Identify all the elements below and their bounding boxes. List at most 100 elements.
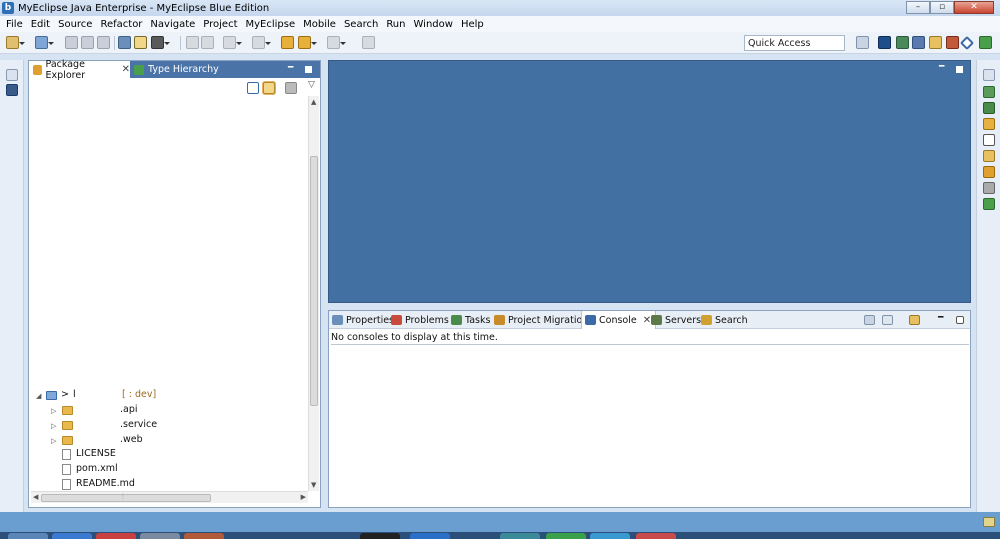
back-history-icon[interactable]	[281, 36, 294, 49]
quick-access-input[interactable]	[744, 35, 845, 51]
expanded-twisty-icon[interactable]: ◢	[36, 392, 41, 400]
tab-project-migration[interactable]: Project Migration	[494, 311, 592, 329]
open-console-icon[interactable]	[909, 315, 920, 325]
menu-mobile[interactable]: Mobile	[299, 19, 340, 30]
forward-icon[interactable]	[327, 36, 346, 49]
minimize-view-icon[interactable]: ━	[938, 313, 949, 323]
taskbar-button[interactable]	[546, 533, 586, 539]
hierarchy-icon[interactable]	[983, 102, 995, 114]
tab-package-explorer[interactable]: Package Explorer ✕	[29, 59, 130, 81]
scroll-up-icon[interactable]: ▲	[311, 98, 316, 106]
tree-row-api[interactable]: ▷ .api	[29, 403, 299, 417]
taskbar-button[interactable]	[360, 533, 400, 539]
collapsed-twisty-icon[interactable]: ▷	[51, 437, 56, 445]
last-edit-icon[interactable]	[223, 36, 242, 49]
close-button[interactable]: ✕	[954, 1, 994, 14]
taskbar-button[interactable]	[96, 533, 136, 539]
tree-row-project[interactable]: ◢ > l [ : dev]	[29, 388, 299, 402]
taskbar-button[interactable]	[52, 533, 92, 539]
debug-perspective-icon[interactable]	[896, 36, 909, 49]
taskbar-button[interactable]	[590, 533, 630, 539]
tree-row-pom[interactable]: pom.xml	[29, 462, 299, 476]
menu-source[interactable]: Source	[54, 19, 96, 30]
servers-icon[interactable]	[983, 182, 995, 194]
plugin-perspective-icon[interactable]	[979, 36, 992, 49]
minimize-editor-icon[interactable]: ━	[939, 62, 944, 72]
menu-navigate[interactable]: Navigate	[146, 19, 199, 30]
next-annotation-icon[interactable]	[201, 36, 214, 49]
tab-properties[interactable]: Properties	[332, 311, 398, 329]
open-icon[interactable]	[35, 36, 54, 49]
menu-myeclipse[interactable]: MyEclipse	[242, 19, 300, 30]
menu-window[interactable]: Window	[410, 19, 457, 30]
taskbar-button[interactable]	[410, 533, 450, 539]
maximize-view-icon[interactable]	[956, 316, 964, 324]
tab-console[interactable]: Console ✕	[581, 311, 657, 329]
editor-area[interactable]: ━	[328, 60, 971, 303]
focus-on-working-set-icon[interactable]	[285, 82, 297, 94]
tab-type-hierarchy[interactable]: Type Hierarchy	[134, 61, 219, 78]
restore-icon[interactable]	[983, 69, 995, 81]
display-console-icon[interactable]	[882, 315, 893, 325]
back-icon[interactable]	[298, 36, 317, 49]
scrollbar-thumb[interactable]: ⦙	[41, 492, 211, 502]
tree-row-service[interactable]: ▷ .service	[29, 418, 299, 432]
scroll-left-icon[interactable]: ◀	[33, 493, 38, 501]
outline-icon[interactable]	[983, 86, 995, 98]
collapse-all-icon[interactable]	[247, 82, 259, 94]
taskbar-button[interactable]	[140, 533, 180, 539]
download-icon[interactable]	[983, 198, 995, 210]
prev-annotation-icon[interactable]	[186, 36, 199, 49]
menu-file[interactable]: File	[2, 19, 27, 30]
junit-icon[interactable]	[983, 134, 995, 146]
snippets-icon[interactable]	[983, 118, 995, 130]
maximize-editor-icon[interactable]	[956, 66, 963, 73]
menu-project[interactable]: Project	[199, 19, 241, 30]
build-icon[interactable]	[134, 36, 147, 49]
myeclipse-perspective-icon[interactable]	[878, 36, 891, 49]
collapsed-twisty-icon[interactable]: ▷	[51, 422, 56, 430]
tab-servers[interactable]: Servers	[651, 311, 705, 329]
new-icon[interactable]	[6, 36, 25, 49]
tree-row-license[interactable]: LICENSE	[29, 447, 299, 461]
taskbar-button[interactable]	[8, 533, 48, 539]
tab-tasks[interactable]: Tasks	[451, 311, 494, 329]
tree-row-readme[interactable]: README.md	[29, 477, 299, 491]
maximize-view-icon[interactable]	[305, 66, 312, 73]
view-menu-icon[interactable]: ▽	[308, 80, 315, 90]
scrollbar-thumb[interactable]	[310, 156, 318, 406]
menu-help[interactable]: Help	[457, 19, 488, 30]
vertical-scrollbar[interactable]: ▲ ▼	[308, 96, 319, 491]
scroll-down-icon[interactable]: ▼	[311, 481, 316, 489]
git-perspective-icon[interactable]	[946, 36, 959, 49]
palette-icon[interactable]	[983, 150, 995, 162]
save-all-icon[interactable]	[81, 36, 94, 49]
restore-icon[interactable]	[6, 69, 18, 81]
minimized-view-icon[interactable]	[6, 84, 18, 96]
progress-icon[interactable]	[983, 517, 995, 527]
open-perspective-icon[interactable]	[856, 36, 869, 49]
horizontal-scrollbar[interactable]: ◀ ⦙ ▶	[31, 491, 308, 503]
pin-icon[interactable]	[252, 36, 271, 49]
minimize-view-icon[interactable]: ━	[288, 63, 293, 73]
taskbar-button[interactable]	[636, 533, 676, 539]
menu-refactor[interactable]: Refactor	[96, 19, 146, 30]
link-with-editor-icon[interactable]	[263, 82, 275, 94]
tree-row-web[interactable]: ▷ .web	[29, 433, 299, 447]
save-icon[interactable]	[65, 36, 78, 49]
taskbar-button[interactable]	[184, 533, 224, 539]
print-icon[interactable]	[97, 36, 110, 49]
tab-problems[interactable]: Problems	[391, 311, 453, 329]
menu-edit[interactable]: Edit	[27, 19, 54, 30]
minimize-button[interactable]: –	[906, 1, 930, 14]
open-type-icon[interactable]	[118, 36, 131, 49]
open-console-icon[interactable]	[362, 36, 375, 49]
scroll-right-icon[interactable]: ▶	[301, 493, 306, 501]
menu-run[interactable]: Run	[382, 19, 409, 30]
team-perspective-icon[interactable]	[929, 36, 942, 49]
image-preview-icon[interactable]	[983, 166, 995, 178]
menu-search[interactable]: Search	[340, 19, 382, 30]
taskbar-button[interactable]	[500, 533, 540, 539]
java-perspective-icon[interactable]	[912, 36, 925, 49]
collapsed-twisty-icon[interactable]: ▷	[51, 407, 56, 415]
